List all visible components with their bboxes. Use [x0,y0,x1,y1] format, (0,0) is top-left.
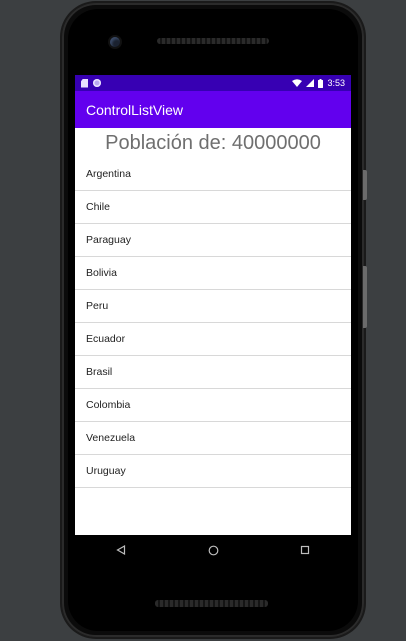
list-item-venezuela[interactable]: Venezuela [75,422,351,455]
list-item-chile[interactable]: Chile [75,191,351,224]
home-icon[interactable] [203,540,223,560]
device-screen: 3:53 ControlListView Población de: 40000… [75,75,351,535]
bottom-speaker [155,600,268,607]
top-speaker [157,38,269,44]
list-item-ecuador[interactable]: Ecuador [75,323,351,356]
sd-card-icon [81,78,88,88]
cell-signal-icon [306,79,315,87]
circle-notification-icon [93,79,101,87]
app-title: ControlListView [86,101,184,118]
battery-icon [318,78,324,88]
back-icon[interactable] [111,540,131,560]
list-item-argentina[interactable]: Argentina [75,158,351,191]
list-item-colombia[interactable]: Colombia [75,389,351,422]
navigation-bar [75,535,351,565]
app-bar: ControlListView [75,91,351,128]
power-button[interactable] [363,170,367,200]
emulator-stage: 3:53 ControlListView Población de: 40000… [0,0,406,641]
population-label: Población de: 40000000 [105,132,321,154]
front-camera-icon [110,37,120,47]
status-time: 3:53 [327,78,345,88]
list-item-bolivia[interactable]: Bolivia [75,257,351,290]
volume-button[interactable] [363,266,367,328]
status-bar: 3:53 [75,75,351,91]
wifi-icon [292,79,303,87]
list-item-brasil[interactable]: Brasil [75,356,351,389]
country-list[interactable]: Argentina Chile Paraguay Bolivia Peru Ec… [75,158,351,488]
recents-icon[interactable] [295,540,315,560]
list-item-uruguay[interactable]: Uruguay [75,455,351,488]
list-item-peru[interactable]: Peru [75,290,351,323]
list-item-paraguay[interactable]: Paraguay [75,224,351,257]
